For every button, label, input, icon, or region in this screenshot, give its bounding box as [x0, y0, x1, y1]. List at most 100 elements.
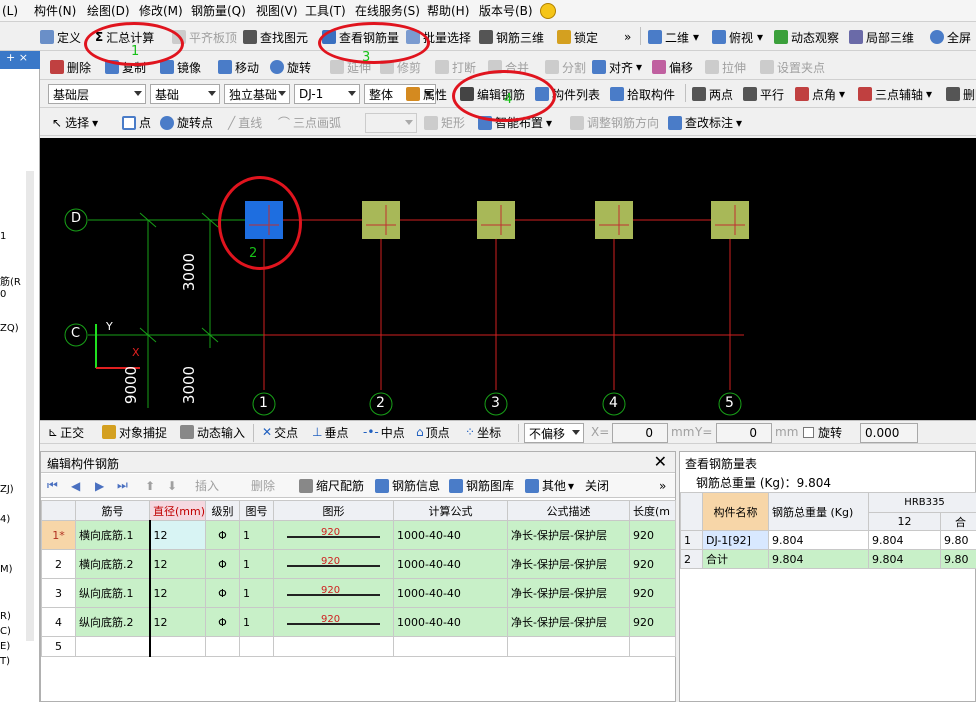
y-input[interactable]: 0 — [716, 423, 772, 443]
smiley-icon[interactable] — [540, 0, 556, 21]
figure-no-cell[interactable]: 1 — [239, 607, 274, 637]
menu-help[interactable]: 帮助(H) — [427, 0, 469, 21]
insert-button[interactable]: 插入 — [195, 474, 219, 497]
delete-button[interactable]: 删除 — [50, 55, 91, 79]
type-select[interactable]: 基础 — [150, 84, 220, 104]
footing[interactable] — [362, 201, 400, 239]
table-row[interactable]: 1 DJ-1[92] 9.804 9.804 9.80 — [680, 530, 976, 550]
element-select[interactable]: DJ-1 — [294, 84, 360, 104]
intersection-snap[interactable]: ✕ 交点 — [262, 421, 298, 443]
figure-no-cell[interactable]: 1 — [239, 578, 274, 608]
grade-cell[interactable]: Φ — [205, 578, 240, 608]
close-icon[interactable]: ✕ — [654, 452, 667, 471]
component-name[interactable]: 合计 — [702, 549, 769, 569]
more-toolbar1-icon[interactable]: » — [624, 24, 631, 50]
prop-button[interactable]: 属性 — [406, 81, 447, 107]
lock-button[interactable]: 锁定 — [557, 24, 598, 50]
object-snap-toggle[interactable]: 对象捕捉 — [102, 421, 167, 443]
weight-sum[interactable]: 9.80 — [939, 549, 976, 569]
check-annotation-button[interactable]: 查改标注 ▾ — [668, 110, 742, 135]
close-panel-button[interactable]: 关闭 — [585, 474, 609, 497]
adjust-direction-button[interactable]: 调整钢筋方向 — [570, 110, 659, 135]
dynamic-view-button[interactable]: 动态观察 — [774, 24, 839, 50]
component-name[interactable]: DJ-1[92] — [702, 530, 769, 550]
rebar-name[interactable]: 横向底筋.2 — [75, 549, 150, 579]
table-row[interactable]: 2 合计 9.804 9.804 9.80 — [680, 549, 976, 569]
menu-tools[interactable]: 工具(T) — [305, 0, 346, 21]
grade-cell[interactable] — [205, 636, 240, 657]
drawing-canvas[interactable]: Y X D C 3000 3000 9000 1 2 3 4 5 — [40, 138, 976, 420]
diameter-cell[interactable]: 12 — [148, 549, 206, 579]
layer-select[interactable]: 基础层 — [48, 84, 146, 104]
footing[interactable] — [477, 201, 515, 239]
grade-cell[interactable]: Φ — [205, 549, 240, 579]
sub-type-select[interactable]: 独立基础 — [224, 84, 290, 104]
grade-cell[interactable]: Φ — [205, 520, 240, 550]
rebar-name[interactable]: 纵向底筋.2 — [75, 607, 150, 637]
arc-option-select[interactable] — [365, 113, 417, 133]
delete-row-button[interactable]: 删除 — [251, 474, 275, 497]
formula-cell[interactable]: 1000-40-40 — [393, 549, 508, 579]
local-3d-button[interactable]: 局部三维 — [849, 24, 914, 50]
shape-cell[interactable] — [273, 636, 394, 657]
delete-axis-button[interactable]: 删除 — [946, 81, 976, 107]
define-button[interactable]: 定义 — [40, 24, 81, 50]
menu-modify[interactable]: 修改(M) — [139, 0, 183, 21]
rebar-name[interactable]: 横向底筋.1 — [75, 520, 150, 550]
offset-select[interactable]: 不偏移 — [524, 423, 584, 443]
stretch-button[interactable]: 拉伸 — [705, 55, 746, 79]
arc-button[interactable]: ⌒ 三点画弧 — [278, 110, 341, 135]
table-row[interactable]: 2 横向底筋.2 12 Φ 1 920 1000-40-40 净长-保护层-保护… — [41, 549, 676, 579]
fullscreen-button[interactable]: 全屏 — [930, 24, 971, 50]
rebar-name[interactable]: 纵向底筋.1 — [75, 578, 150, 608]
table-row[interactable]: 3 纵向底筋.1 12 Φ 1 920 1000-40-40 净长-保护层-保护… — [41, 578, 676, 608]
last-record-icon[interactable]: ⏭ — [117, 474, 128, 497]
next-record-icon[interactable]: ▶ — [95, 474, 104, 497]
formula-cell[interactable]: 1000-40-40 — [393, 520, 508, 550]
desc-cell[interactable]: 净长-保护层-保护层 — [507, 607, 630, 637]
find-element-button[interactable]: 查找图元 — [243, 24, 308, 50]
total-weight[interactable]: 9.804 — [768, 530, 869, 550]
footing[interactable] — [711, 201, 749, 239]
split-button[interactable]: 分割 — [545, 55, 586, 79]
other-button[interactable]: 其他 ▾ — [525, 474, 574, 497]
line-button[interactable]: ╱ 直线 — [228, 110, 262, 135]
footing[interactable] — [595, 201, 633, 239]
move-button[interactable]: 移动 — [218, 55, 259, 79]
menu-online[interactable]: 在线服务(S) — [355, 0, 420, 21]
grade-cell[interactable]: Φ — [205, 607, 240, 637]
rotate-checkbox[interactable]: 旋转 — [803, 421, 842, 443]
length-cell[interactable]: 920 — [629, 607, 676, 637]
figure-no-cell[interactable]: 1 — [239, 549, 274, 579]
diameter-cell[interactable]: 12 — [148, 520, 206, 550]
point-angle-button[interactable]: 点角 ▾ — [795, 81, 845, 107]
shape-cell[interactable]: 920 — [273, 607, 394, 637]
menu-draw[interactable]: 绘图(D) — [87, 0, 130, 21]
diameter-cell[interactable]: 12 — [148, 578, 206, 608]
desc-cell[interactable]: 净长-保护层-保护层 — [507, 578, 630, 608]
first-record-icon[interactable]: ⏮ — [47, 474, 58, 497]
table-row[interactable]: 1* 横向底筋.1 12 Φ 1 920 1000-40-40 净长-保护层-保… — [41, 520, 676, 550]
move-up-icon[interactable]: ⬆ — [145, 474, 155, 497]
scale-rebar-button[interactable]: 缩尺配筋 — [299, 474, 364, 497]
figure-no-cell[interactable]: 1 — [239, 520, 274, 550]
shape-cell[interactable]: 920 — [273, 578, 394, 608]
x-input[interactable]: 0 — [612, 423, 668, 443]
rebar-name[interactable] — [75, 636, 150, 657]
table-row[interactable]: 5 — [41, 636, 676, 657]
shape-cell[interactable]: 920 — [273, 520, 394, 550]
coordinate-snap[interactable]: ⁘ 坐标 — [465, 421, 501, 443]
menu-view[interactable]: 视图(V) — [256, 0, 298, 21]
shape-cell[interactable]: 920 — [273, 549, 394, 579]
length-cell[interactable]: 920 — [629, 578, 676, 608]
menu-rebar-qty[interactable]: 钢筋量(Q) — [191, 0, 246, 21]
ortho-toggle[interactable]: ⊾ 正交 — [48, 421, 84, 443]
vertex-snap[interactable]: ⌂ 顶点 — [416, 421, 450, 443]
length-cell[interactable]: 920 — [629, 520, 676, 550]
rebar-library-button[interactable]: 钢筋图库 — [449, 474, 514, 497]
two-point-button[interactable]: 两点 — [692, 81, 733, 107]
perpendicular-snap[interactable]: ⊥ 垂点 — [312, 421, 348, 443]
view-2d-button[interactable]: 二维 ▾ — [648, 24, 699, 50]
menu-component[interactable]: 构件(N) — [34, 0, 76, 21]
midpoint-snap[interactable]: -•- 中点 — [363, 421, 405, 443]
